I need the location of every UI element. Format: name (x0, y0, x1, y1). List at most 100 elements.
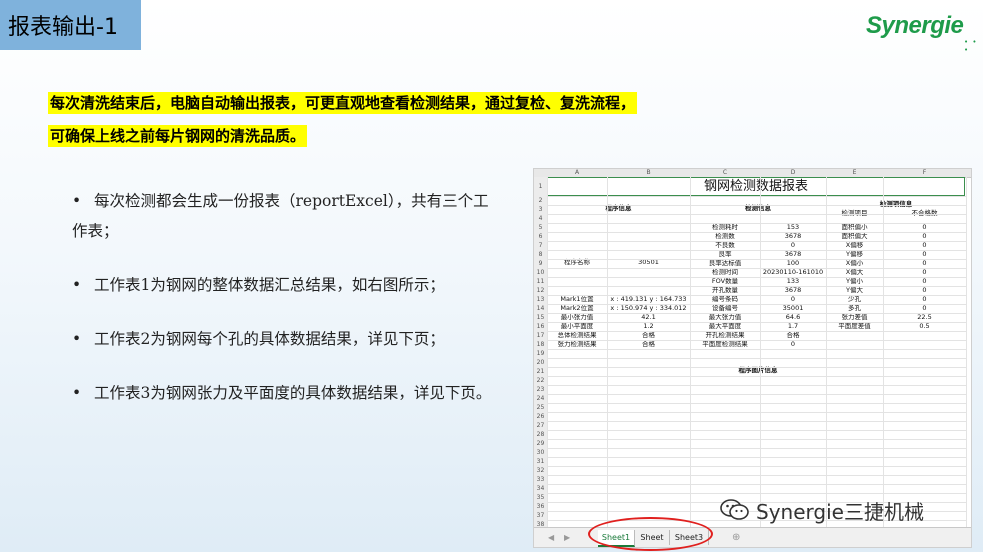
item-label[interactable]: X偏移 (826, 241, 883, 250)
program-info-label[interactable]: 最小张力值 (547, 313, 607, 322)
item-label[interactable]: X偏小 (826, 259, 883, 268)
detect-label[interactable]: 编号条码 (690, 295, 760, 304)
column-header[interactable]: E (826, 169, 883, 177)
report-title[interactable]: 钢网检测数据报表 (547, 177, 965, 196)
detect-label[interactable]: 不良数 (690, 241, 760, 250)
detect-label[interactable]: 检测时间 (690, 268, 760, 277)
row-header[interactable]: 31 (534, 457, 547, 466)
row-header[interactable]: 33 (534, 475, 547, 484)
item-label[interactable]: 张力差值 (826, 313, 883, 322)
detect-value[interactable]: 100 (760, 259, 826, 268)
row-header[interactable]: 27 (534, 421, 547, 430)
detect-value[interactable]: 0 (760, 241, 826, 250)
program-info-value[interactable]: x : 419.131 y : 164.733 (607, 295, 690, 304)
row-header[interactable]: 11 (534, 277, 547, 286)
column-header[interactable]: F (883, 169, 966, 177)
detect-label[interactable]: FOV数量 (690, 277, 760, 286)
row-header[interactable]: 30 (534, 448, 547, 457)
row-header[interactable]: 22 (534, 376, 547, 385)
detect-value[interactable]: 0 (760, 340, 826, 349)
detect-value[interactable]: 1.7 (760, 322, 826, 331)
row-header[interactable]: 3 (534, 205, 547, 214)
spreadsheet-view[interactable]: ABCDEF 1 2 3 4 5 6 7 8 9 10 11 12 13 14 15 16 17 18 19 20 21… (533, 168, 972, 548)
detect-label[interactable]: 良率 (690, 250, 760, 259)
column-header[interactable]: B (607, 169, 690, 177)
item-label[interactable]: X偏大 (826, 268, 883, 277)
row-header[interactable]: 35 (534, 493, 547, 502)
detect-value[interactable]: 20230110-161010 (760, 268, 826, 277)
item-value[interactable]: 0 (883, 268, 966, 277)
row-header[interactable]: 2 (534, 196, 547, 205)
row-header[interactable]: 5 (534, 223, 547, 232)
row-header[interactable]: 19 (534, 349, 547, 358)
program-info-label[interactable]: Mark1位置 (547, 295, 607, 304)
row-header[interactable]: 7 (534, 241, 547, 250)
item-value[interactable]: 0 (883, 232, 966, 241)
row-header[interactable]: 10 (534, 268, 547, 277)
row-header[interactable]: 16 (534, 322, 547, 331)
row-header[interactable]: 1 (534, 182, 547, 191)
add-sheet-icon[interactable]: ⊕ (732, 530, 740, 545)
row-header[interactable]: 13 (534, 295, 547, 304)
column-header[interactable]: D (760, 169, 826, 177)
row-header[interactable]: 29 (534, 439, 547, 448)
row-header[interactable]: 25 (534, 403, 547, 412)
item-label[interactable]: Y偏小 (826, 277, 883, 286)
row-header[interactable]: 8 (534, 250, 547, 259)
detect-label[interactable]: 最大张力值 (690, 313, 760, 322)
cell-grid[interactable]: 钢网检测数据报表 程序信息 检测信息 检测项信息 检测项目 不合格数 程序名称 … (547, 177, 971, 530)
column-header[interactable]: C (690, 169, 760, 177)
tab-next-icon[interactable]: ▶ (564, 530, 570, 545)
detect-value[interactable]: 3678 (760, 286, 826, 295)
item-label[interactable]: 多孔 (826, 304, 883, 313)
row-header[interactable]: 14 (534, 304, 547, 313)
row-header[interactable]: 18 (534, 340, 547, 349)
detect-value[interactable]: 合格 (760, 331, 826, 340)
detect-value[interactable]: 35001 (760, 304, 826, 313)
program-info-value[interactable]: 1.2 (607, 322, 690, 331)
detect-value[interactable]: 153 (760, 223, 826, 232)
detect-label[interactable]: 设备编号 (690, 304, 760, 313)
row-header[interactable]: 4 (534, 214, 547, 223)
item-label[interactable]: 平面度差值 (826, 322, 883, 331)
detect-value[interactable]: 0 (760, 295, 826, 304)
item-value[interactable]: 0 (883, 295, 966, 304)
program-info-value[interactable]: 合格 (607, 331, 690, 340)
detect-value[interactable]: 3678 (760, 232, 826, 241)
row-header[interactable]: 36 (534, 502, 547, 511)
item-value[interactable]: 0.5 (883, 322, 966, 331)
detect-label[interactable]: 最大平面度 (690, 322, 760, 331)
row-header[interactable]: 12 (534, 286, 547, 295)
program-info-label[interactable]: 张力检测结果 (547, 340, 607, 349)
program-info-label[interactable]: Mark2位置 (547, 304, 607, 313)
detect-value[interactable]: 64.6 (760, 313, 826, 322)
item-value[interactable]: 22.5 (883, 313, 966, 322)
item-value[interactable]: 0 (883, 286, 966, 295)
tab-prev-icon[interactable]: ◀ (548, 530, 554, 545)
row-header[interactable]: 17 (534, 331, 547, 340)
row-header[interactable]: 24 (534, 394, 547, 403)
detect-label[interactable]: 检测数 (690, 232, 760, 241)
detect-value[interactable]: 3678 (760, 250, 826, 259)
item-value[interactable]: 0 (883, 259, 966, 268)
row-header[interactable]: 15 (534, 313, 547, 322)
row-header[interactable]: 28 (534, 430, 547, 439)
program-info-label[interactable]: 最小平面度 (547, 322, 607, 331)
row-header[interactable]: 20 (534, 358, 547, 367)
item-value[interactable]: 0 (883, 277, 966, 286)
item-label[interactable]: Y偏大 (826, 286, 883, 295)
program-info-value[interactable]: x : 150.974 y : 334.012 (607, 304, 690, 313)
program-info-value[interactable]: 合格 (607, 340, 690, 349)
row-header[interactable]: 21 (534, 367, 547, 376)
detect-label[interactable]: 检测耗时 (690, 223, 760, 232)
detect-label[interactable]: 平面度检测结果 (690, 340, 760, 349)
detect-label[interactable]: 良率达标值 (690, 259, 760, 268)
detect-value[interactable]: 133 (760, 277, 826, 286)
item-value[interactable]: 0 (883, 250, 966, 259)
detect-label[interactable]: 开孔检测结果 (690, 331, 760, 340)
row-header[interactable]: 9 (534, 259, 547, 268)
row-header[interactable]: 23 (534, 385, 547, 394)
row-header[interactable]: 26 (534, 412, 547, 421)
item-value[interactable]: 0 (883, 241, 966, 250)
row-header[interactable]: 32 (534, 466, 547, 475)
